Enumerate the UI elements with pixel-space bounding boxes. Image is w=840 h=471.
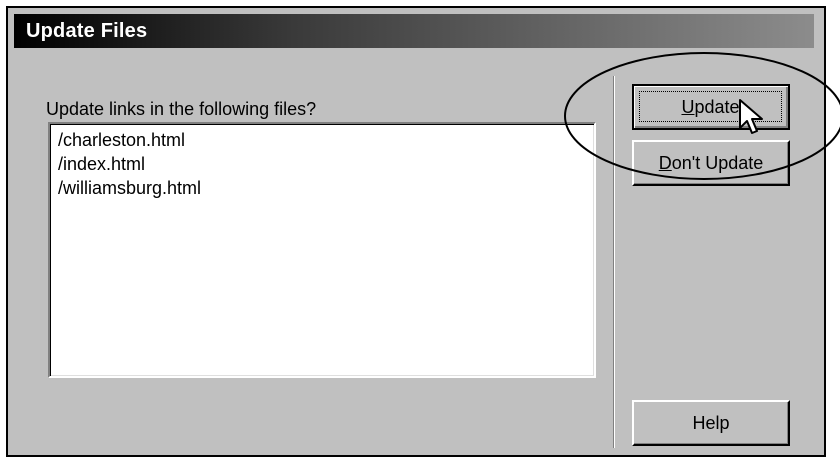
help-button[interactable]: Help <box>632 400 790 446</box>
highlight-ellipse <box>564 52 840 180</box>
arrow-cursor-icon <box>739 99 763 134</box>
list-item[interactable]: /williamsburg.html <box>58 176 594 200</box>
title-bar[interactable]: Update Files <box>14 14 814 48</box>
update-prompt-label: Update links in the following files? <box>46 99 317 119</box>
update-files-dialog: Update Files Update links in the followi… <box>6 6 840 457</box>
file-list[interactable]: /charleston.html /index.html /williamsbu… <box>48 122 596 378</box>
help-button-label: Help <box>692 413 730 433</box>
list-item[interactable]: /charleston.html <box>58 128 594 152</box>
dialog-title: Update Files <box>26 20 148 42</box>
list-item[interactable]: /index.html <box>58 152 594 176</box>
